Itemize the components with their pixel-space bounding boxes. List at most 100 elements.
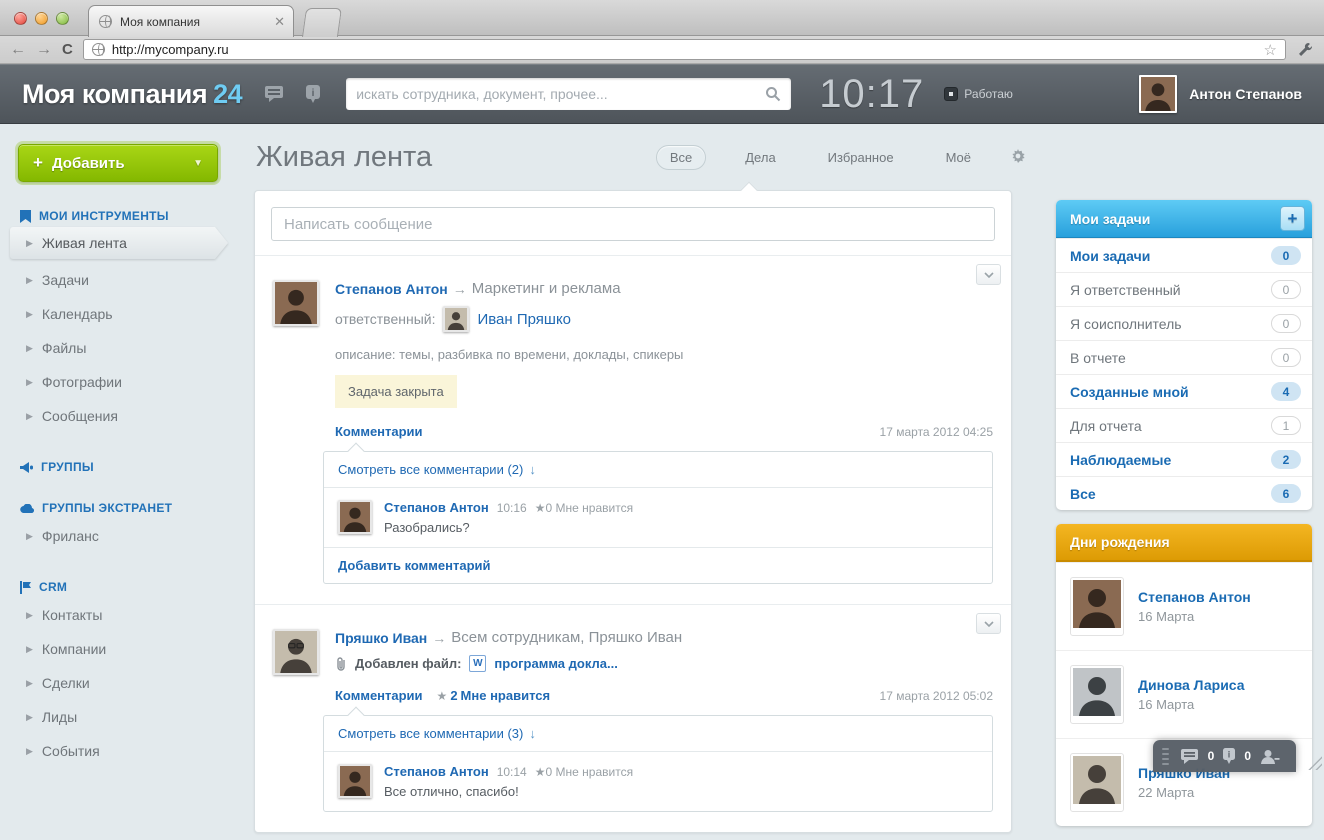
- user-avatar[interactable]: [1139, 75, 1177, 113]
- invite-user-icon[interactable]: [1260, 749, 1280, 764]
- tasks-row-watched[interactable]: Наблюдаемые 2: [1056, 442, 1312, 476]
- section-extranet-groups[interactable]: ГРУППЫ ЭКСТРАНЕТ: [20, 501, 220, 515]
- arrow-down-icon: ↓: [529, 462, 536, 477]
- responsible-name-link[interactable]: Иван Пряшко: [477, 311, 571, 328]
- notifications-info-icon[interactable]: i: [306, 85, 320, 104]
- post-date: 17 марта 2012 05:02: [880, 689, 993, 703]
- birthday-avatar[interactable]: [1073, 580, 1121, 628]
- tab-favorites[interactable]: Избранное: [815, 146, 907, 169]
- reload-icon[interactable]: C: [62, 41, 73, 58]
- section-title: ГРУППЫ ЭКСТРАНЕТ: [42, 501, 172, 515]
- sidebar-item-deals[interactable]: ▶ Сделки: [0, 666, 240, 700]
- collapse-post-button[interactable]: [976, 264, 1001, 285]
- comment-author-link[interactable]: Степанов Антон: [384, 500, 489, 515]
- birthday-avatar[interactable]: [1073, 756, 1121, 804]
- tasks-row-all[interactable]: Все 6: [1056, 476, 1312, 510]
- comment-like-link[interactable]: ★0 Мне нравится: [535, 765, 633, 779]
- section-crm[interactable]: CRM: [20, 580, 220, 594]
- comments-link[interactable]: Комментарии: [335, 688, 423, 703]
- tasks-row-in-report[interactable]: В отчете 0: [1056, 340, 1312, 374]
- post-author-avatar[interactable]: [273, 629, 319, 675]
- work-status-icon[interactable]: [944, 87, 958, 101]
- post-author-link[interactable]: Пряшко Иван: [335, 630, 427, 646]
- zoom-window-button[interactable]: [56, 12, 69, 25]
- tab-all[interactable]: Все: [656, 145, 706, 170]
- add-button[interactable]: + Добавить ▼: [18, 144, 218, 182]
- post-author-avatar[interactable]: [273, 280, 319, 326]
- sidebar-item-contacts[interactable]: ▶ Контакты: [0, 598, 240, 632]
- birthday-name-link[interactable]: Динова Лариса: [1138, 677, 1245, 693]
- sidebar-item-events[interactable]: ▶ События: [0, 734, 240, 768]
- gear-icon[interactable]: [1010, 149, 1026, 165]
- drag-handle[interactable]: [1162, 748, 1169, 765]
- comments-link[interactable]: Комментарии: [335, 424, 423, 439]
- close-window-button[interactable]: [14, 12, 27, 25]
- wrench-icon[interactable]: [1296, 41, 1314, 59]
- add-comment-link[interactable]: Добавить комментарий: [324, 547, 992, 583]
- file-name-link[interactable]: программа докла...: [494, 656, 617, 671]
- tasks-row-for-report[interactable]: Для отчета 1: [1056, 408, 1312, 442]
- forward-icon[interactable]: →: [36, 42, 52, 58]
- birthday-avatar[interactable]: [1073, 668, 1121, 716]
- sidebar-item-freelance[interactable]: ▶ Фриланс: [0, 519, 240, 553]
- sidebar-item-live-feed[interactable]: ▶ Живая лента: [10, 227, 228, 259]
- minimize-window-button[interactable]: [35, 12, 48, 25]
- tab-close-icon[interactable]: ✕: [274, 15, 285, 28]
- browser-tab[interactable]: Моя компания ✕: [88, 5, 294, 37]
- new-tab-button[interactable]: [302, 8, 342, 37]
- url-field[interactable]: http://mycompany.ru ☆: [83, 39, 1286, 60]
- back-icon[interactable]: ←: [10, 42, 26, 58]
- sidebar-item-calendar[interactable]: ▶ Календарь: [0, 297, 240, 331]
- add-task-button[interactable]: +: [1280, 206, 1305, 231]
- brand-logo[interactable]: Моя компания24: [22, 79, 242, 110]
- chevron-down-icon[interactable]: ▼: [193, 158, 203, 169]
- composer-input[interactable]: [271, 207, 995, 241]
- notification-bar[interactable]: 0 i 0: [1153, 740, 1296, 772]
- post-like-link[interactable]: ★ 2 Мне нравится: [437, 688, 551, 703]
- tasks-row-co-executor[interactable]: Я соисполнитель 0: [1056, 306, 1312, 340]
- window-controls[interactable]: [14, 12, 69, 25]
- bookmark-star-icon[interactable]: ☆: [1264, 41, 1277, 59]
- sidebar-item-label: Календарь: [42, 306, 113, 322]
- show-all-comments-link[interactable]: Смотреть все комментарии (3) ↓: [324, 716, 992, 752]
- tab-todo[interactable]: Дела: [732, 146, 788, 169]
- sidebar-item-files[interactable]: ▶ Файлы: [0, 331, 240, 365]
- brand-24: 24: [213, 79, 242, 109]
- collapse-post-button[interactable]: [976, 613, 1001, 634]
- sidebar-item-label: Компании: [42, 641, 106, 657]
- post-author-link[interactable]: Степанов Антон: [335, 281, 448, 297]
- comment-time: 10:16: [497, 501, 527, 515]
- sidebar-item-companies[interactable]: ▶ Компании: [0, 632, 240, 666]
- current-user[interactable]: Антон Степанов: [1139, 75, 1302, 113]
- messages-icon[interactable]: [264, 85, 284, 103]
- search-icon[interactable]: [765, 86, 781, 102]
- sidebar-item-label: Лиды: [42, 709, 77, 725]
- sidebar-item-photos[interactable]: ▶ Фотографии: [0, 365, 240, 399]
- tasks-row-responsible[interactable]: Я ответственный 0: [1056, 272, 1312, 306]
- section-groups[interactable]: ГРУППЫ: [20, 460, 220, 474]
- comment-like-link[interactable]: ★0 Мне нравится: [535, 501, 633, 515]
- birthday-date: 16 Марта: [1138, 697, 1245, 712]
- address-bar: ← → C http://mycompany.ru ☆: [0, 36, 1324, 64]
- comment-time: 10:14: [497, 765, 527, 779]
- sidebar-item-leads[interactable]: ▶ Лиды: [0, 700, 240, 734]
- sidebar-item-tasks[interactable]: ▶ Задачи: [0, 263, 240, 297]
- comment-author-avatar[interactable]: [338, 764, 372, 798]
- search-input[interactable]: [356, 86, 765, 102]
- show-all-comments-link[interactable]: Смотреть все комментарии (2) ↓: [324, 452, 992, 488]
- responsible-avatar[interactable]: [443, 306, 469, 332]
- work-clock[interactable]: 10:17: [819, 72, 924, 117]
- feed-tab-tail: [741, 182, 758, 199]
- live-feed-panel: Степанов Антон → Маркетинг и реклама отв…: [254, 190, 1012, 833]
- tab-mine[interactable]: Моё: [933, 146, 984, 169]
- chat-bubble-icon[interactable]: [1180, 748, 1199, 764]
- birthday-entry: Степанов Антон 16 Марта: [1056, 562, 1312, 650]
- sidebar-item-messages[interactable]: ▶ Сообщения: [0, 399, 240, 433]
- info-icon[interactable]: i: [1223, 748, 1235, 764]
- tasks-row-created-by-me[interactable]: Созданные мной 4: [1056, 374, 1312, 408]
- chevron-right-icon: ▶: [26, 644, 33, 655]
- tasks-row-my-tasks[interactable]: Мои задачи 0: [1056, 238, 1312, 272]
- comment-author-avatar[interactable]: [338, 500, 372, 534]
- work-status[interactable]: Работаю: [944, 87, 1013, 101]
- birthday-name-link[interactable]: Степанов Антон: [1138, 589, 1251, 605]
